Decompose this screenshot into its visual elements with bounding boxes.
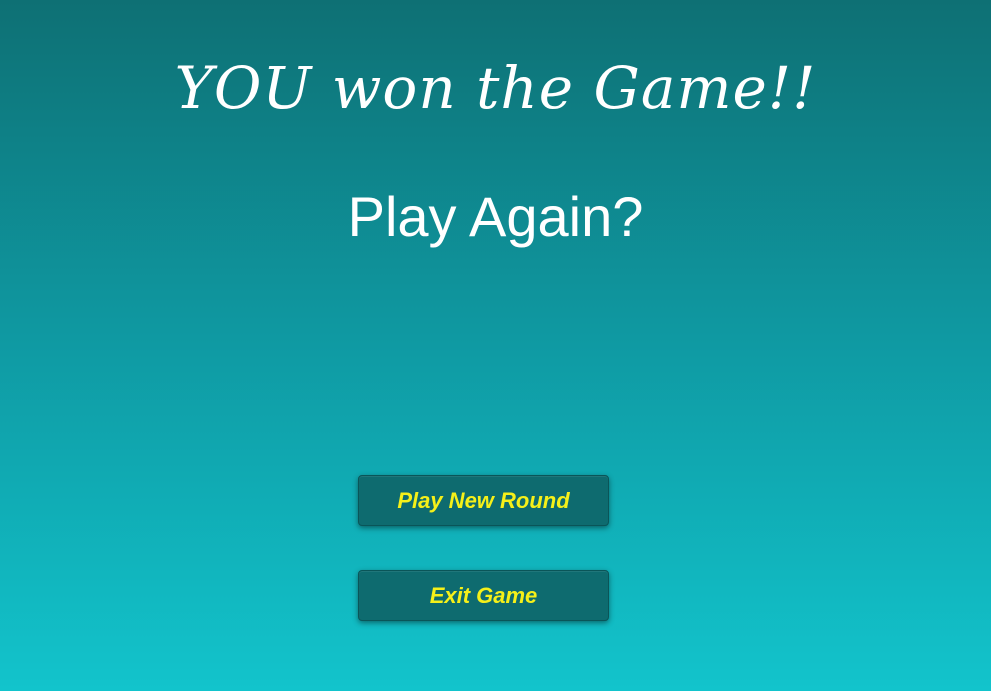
- game-over-screen: { "screen": { "win_message": "YOU won th…: [0, 0, 991, 691]
- exit-game-button[interactable]: Exit Game: [358, 570, 609, 621]
- win-message-title: YOU won the Game!!: [174, 54, 817, 122]
- play-new-round-button[interactable]: Play New Round: [358, 475, 609, 526]
- play-again-prompt: Play Again?: [347, 185, 644, 248]
